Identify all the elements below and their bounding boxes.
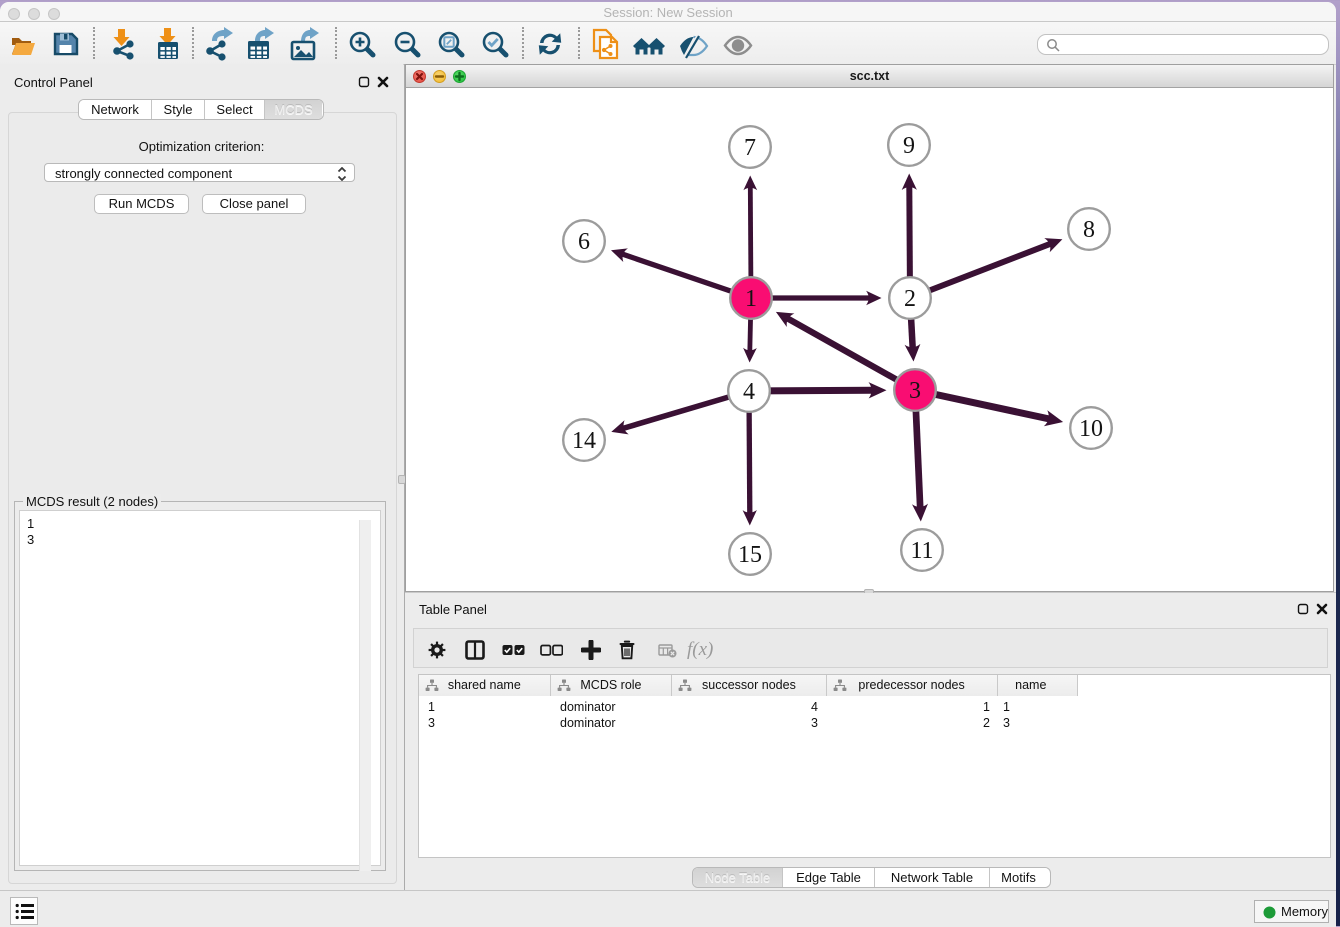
svg-text:11: 11 <box>910 538 933 564</box>
svg-text:4: 4 <box>743 379 755 405</box>
svg-text:14: 14 <box>572 428 596 454</box>
svg-text:1: 1 <box>745 286 757 312</box>
svg-text:6: 6 <box>578 229 590 255</box>
svg-text:f(x): f(x) <box>687 640 713 660</box>
svg-text:9: 9 <box>903 133 915 159</box>
svg-text:10: 10 <box>1079 416 1103 442</box>
svg-text:15: 15 <box>738 542 762 568</box>
svg-text:2: 2 <box>904 286 916 312</box>
svg-text:8: 8 <box>1083 217 1095 243</box>
svg-text:7: 7 <box>744 135 756 161</box>
svg-text:3: 3 <box>909 378 921 404</box>
